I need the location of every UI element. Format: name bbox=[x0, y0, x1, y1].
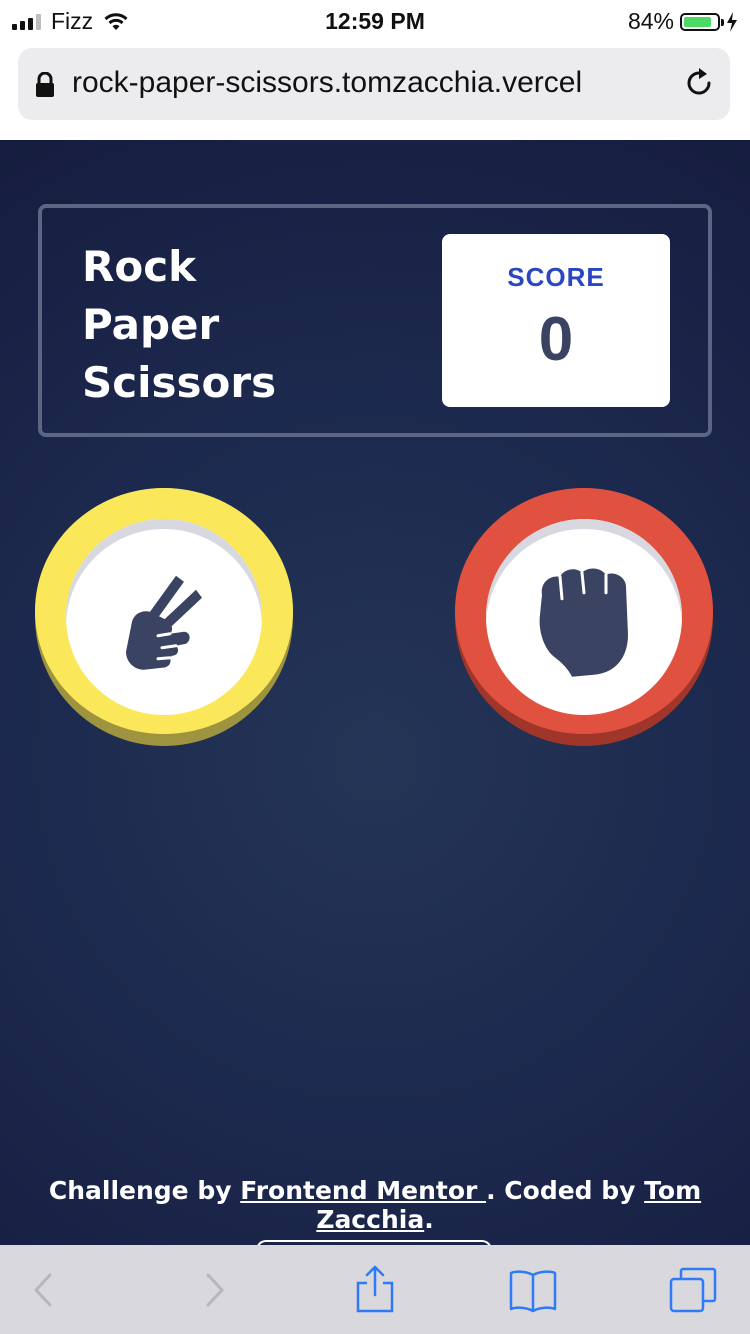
game-header: Rock Paper Scissors SCORE 0 bbox=[38, 204, 712, 437]
charging-bolt-icon bbox=[727, 11, 737, 32]
lock-icon bbox=[36, 72, 54, 97]
status-bar: Fizz 12:59 PM 84% bbox=[0, 0, 750, 40]
url-text[interactable]: rock-paper-scissors.tomzacchia.vercel bbox=[72, 66, 662, 100]
browser-address-bar-area: rock-paper-scissors.tomzacchia.vercel bbox=[0, 40, 750, 140]
rock-token[interactable] bbox=[455, 488, 713, 746]
forward-arrow-icon[interactable] bbox=[188, 1265, 238, 1315]
scissors-token[interactable] bbox=[35, 488, 293, 746]
game-page: Rock Paper Scissors SCORE 0 Challenge by… bbox=[0, 140, 750, 1260]
bookmarks-icon[interactable] bbox=[508, 1265, 558, 1315]
frontend-mentor-link[interactable]: Frontend Mentor bbox=[240, 1176, 486, 1205]
score-value: 0 bbox=[538, 305, 574, 374]
tabs-icon[interactable] bbox=[668, 1265, 718, 1315]
battery-fill bbox=[684, 16, 711, 27]
scissors-hand-icon bbox=[126, 575, 202, 670]
reload-icon[interactable] bbox=[682, 66, 716, 100]
battery-icon bbox=[680, 12, 724, 31]
scissors-token-inner bbox=[66, 519, 262, 715]
browser-toolbar bbox=[0, 1245, 750, 1334]
title-line-paper: Paper bbox=[82, 300, 220, 349]
battery-percent: 84% bbox=[627, 8, 674, 34]
back-arrow-icon[interactable] bbox=[20, 1265, 70, 1315]
footer-middle: . Coded by bbox=[486, 1176, 645, 1205]
score-label: SCORE bbox=[507, 262, 605, 292]
rock-fist-icon bbox=[539, 568, 628, 677]
title-line-scissors: Scissors bbox=[82, 358, 277, 407]
status-right: 84% bbox=[628, 8, 738, 35]
footer-suffix: . bbox=[424, 1205, 434, 1234]
footer-prefix: Challenge by bbox=[48, 1176, 241, 1205]
share-icon[interactable] bbox=[350, 1265, 400, 1315]
title-line-rock: Rock bbox=[82, 242, 197, 291]
url-field[interactable]: rock-paper-scissors.tomzacchia.vercel bbox=[18, 48, 730, 120]
score-card: SCORE 0 bbox=[442, 234, 670, 407]
attribution-footer: Challenge by Frontend Mentor . Coded by … bbox=[0, 1176, 750, 1234]
rock-token-inner bbox=[486, 519, 682, 715]
